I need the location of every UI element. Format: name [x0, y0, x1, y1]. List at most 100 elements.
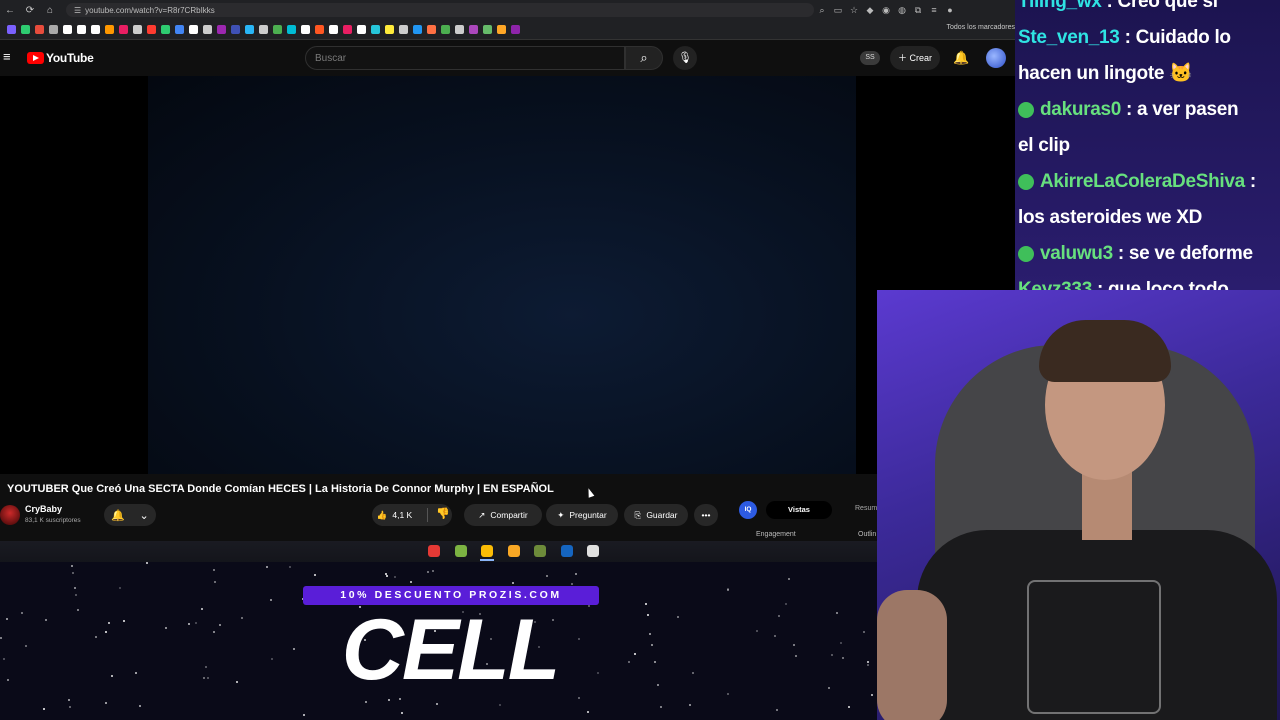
video-player[interactable] — [0, 76, 1015, 474]
bookmark-favicon-icon[interactable] — [328, 25, 338, 34]
thumbs-down-icon[interactable]: 👎 — [436, 507, 450, 520]
bookmark-favicon-icon[interactable] — [90, 25, 100, 34]
chat-username[interactable]: Ste_ven_13 — [1018, 27, 1125, 48]
bookmark-favicon-icon[interactable] — [300, 25, 310, 34]
bookmark-favicon-icon[interactable] — [412, 25, 422, 34]
bookmark-favicon-icon[interactable] — [118, 25, 128, 34]
chat-username[interactable]: Keyz333 — [1018, 279, 1097, 290]
site-info-icon[interactable]: ☰ — [74, 6, 81, 15]
taskbar-app-sphere-icon[interactable] — [587, 545, 599, 557]
bookmark-favicon-icon[interactable] — [272, 25, 282, 34]
bookmark-favicon-icon[interactable] — [244, 25, 254, 34]
chat-username[interactable]: valuwu3 — [1040, 243, 1118, 264]
video-frame[interactable] — [148, 76, 856, 474]
extension-icon[interactable]: ◆ — [862, 5, 878, 16]
cast-icon[interactable]: ▭ — [830, 5, 846, 16]
bookmark-favicon-icon[interactable] — [426, 25, 436, 34]
bookmark-favicon-icon[interactable] — [62, 25, 72, 34]
back-icon[interactable]: ← — [0, 5, 20, 16]
ask-button[interactable]: ✦ Preguntar — [546, 504, 618, 526]
url-input[interactable]: ☰ youtube.com/watch?v=R8r7CRbIkks — [66, 3, 814, 17]
star — [654, 661, 656, 663]
user-avatar[interactable] — [986, 48, 1006, 68]
url-text: youtube.com/watch?v=R8r7CRbIkks — [85, 5, 215, 15]
menu-icon[interactable]: ≡ — [926, 5, 942, 15]
chat-username[interactable]: AkirreLaColeraDeShiva — [1040, 171, 1250, 192]
zoom-icon[interactable]: ⌕ — [814, 5, 830, 16]
bookmarks-folder[interactable]: Todos los marcadores — [947, 24, 1015, 31]
bookmark-favicon-icon[interactable] — [76, 25, 86, 34]
ask-label: Preguntar — [569, 510, 607, 520]
bookmark-favicon-icon[interactable] — [510, 25, 520, 34]
bookmark-favicon-icon[interactable] — [482, 25, 492, 34]
bookmark-favicon-icon[interactable] — [286, 25, 296, 34]
youtube-logo[interactable]: YouTube — [27, 51, 94, 65]
bookmark-favicon-icon[interactable] — [6, 25, 16, 34]
taskbar-folder-icon[interactable] — [507, 545, 520, 557]
star — [214, 581, 216, 583]
channel-name[interactable]: CryBaby — [25, 504, 62, 514]
chat-username[interactable]: Tiling_wx — [1018, 0, 1107, 12]
share-button[interactable]: ↗ Compartir — [464, 504, 542, 526]
taskbar-obs-icon[interactable] — [428, 545, 440, 557]
search-input[interactable]: Buscar — [305, 46, 625, 70]
bookmark-star-icon[interactable]: ☆ — [846, 5, 862, 16]
notifications-bell-icon[interactable]: 🔔 — [953, 50, 969, 66]
voice-search-button[interactable]: 🎙 — [673, 46, 697, 70]
bookmark-favicon-icon[interactable] — [496, 25, 506, 34]
star — [203, 677, 205, 679]
taskbar-chrome-icon[interactable] — [481, 545, 493, 557]
taskbar-app-shield-icon[interactable] — [534, 545, 546, 557]
bookmark-favicon-icon[interactable] — [258, 25, 268, 34]
bookmark-favicon-icon[interactable] — [188, 25, 198, 34]
bookmark-favicon-icon[interactable] — [370, 25, 380, 34]
bookmark-favicon-icon[interactable] — [314, 25, 324, 34]
bookmark-favicon-icon[interactable] — [230, 25, 240, 34]
save-button[interactable]: ⎘ Guardar — [624, 504, 688, 526]
bookmark-favicon-icon[interactable] — [216, 25, 226, 34]
streamer-webcam — [877, 290, 1280, 720]
iq-extension-icon[interactable]: IQ — [739, 501, 757, 519]
bookmark-favicon-icon[interactable] — [342, 25, 352, 34]
bookmark-favicon-icon[interactable] — [104, 25, 114, 34]
tab-views[interactable]: Vistas — [766, 501, 832, 519]
bookmark-favicon-icon[interactable] — [146, 25, 156, 34]
subscription-bell-button[interactable]: 🔔 ⌄ — [104, 504, 156, 526]
taskbar-app-green-icon[interactable] — [454, 545, 467, 557]
search-button[interactable]: ⌕ — [625, 46, 663, 70]
chat-username[interactable]: dakuras0 — [1040, 99, 1126, 120]
taskbar-photoshop-icon[interactable] — [560, 545, 573, 557]
bookmark-favicon-icon[interactable] — [468, 25, 478, 34]
star — [74, 587, 76, 589]
bookmark-favicon-icon[interactable] — [132, 25, 142, 34]
star — [867, 661, 869, 663]
bookmark-favicon-icon[interactable] — [160, 25, 170, 34]
star — [828, 687, 830, 689]
reload-icon[interactable]: ⟳ — [20, 5, 40, 16]
channel-avatar[interactable] — [0, 505, 20, 525]
bookmark-favicon-icon[interactable] — [398, 25, 408, 34]
bookmark-favicon-icon[interactable] — [48, 25, 58, 34]
extension-icon[interactable]: ◍ — [894, 5, 910, 16]
home-icon[interactable]: ⌂ — [40, 5, 60, 16]
bookmark-favicon-icon[interactable] — [384, 25, 394, 34]
bookmark-favicon-icon[interactable] — [20, 25, 30, 34]
extensions-puzzle-icon[interactable]: ⧉ — [910, 5, 926, 16]
tab-summary[interactable]: Resum — [855, 505, 877, 512]
ss-extension-button[interactable]: SS — [860, 51, 880, 65]
create-button[interactable]: ＋ Crear — [890, 46, 940, 70]
youtube-header: ≡ YouTube Buscar ⌕ 🎙 SS ＋ Crear 🔔 — [0, 40, 1015, 76]
star — [75, 594, 77, 596]
thumbs-up-icon: 👍 — [376, 509, 388, 520]
star — [649, 633, 651, 635]
bookmark-favicon-icon[interactable] — [440, 25, 450, 34]
profile-icon[interactable]: ● — [942, 5, 958, 15]
bookmark-favicon-icon[interactable] — [34, 25, 44, 34]
bookmark-favicon-icon[interactable] — [202, 25, 212, 34]
bookmark-favicon-icon[interactable] — [174, 25, 184, 34]
more-actions-button[interactable]: ••• — [694, 504, 718, 526]
bookmark-favicon-icon[interactable] — [356, 25, 366, 34]
extension-icon[interactable]: ◉ — [878, 5, 894, 16]
bookmark-favicon-icon[interactable] — [454, 25, 464, 34]
hamburger-menu-icon[interactable]: ≡ — [3, 49, 11, 64]
